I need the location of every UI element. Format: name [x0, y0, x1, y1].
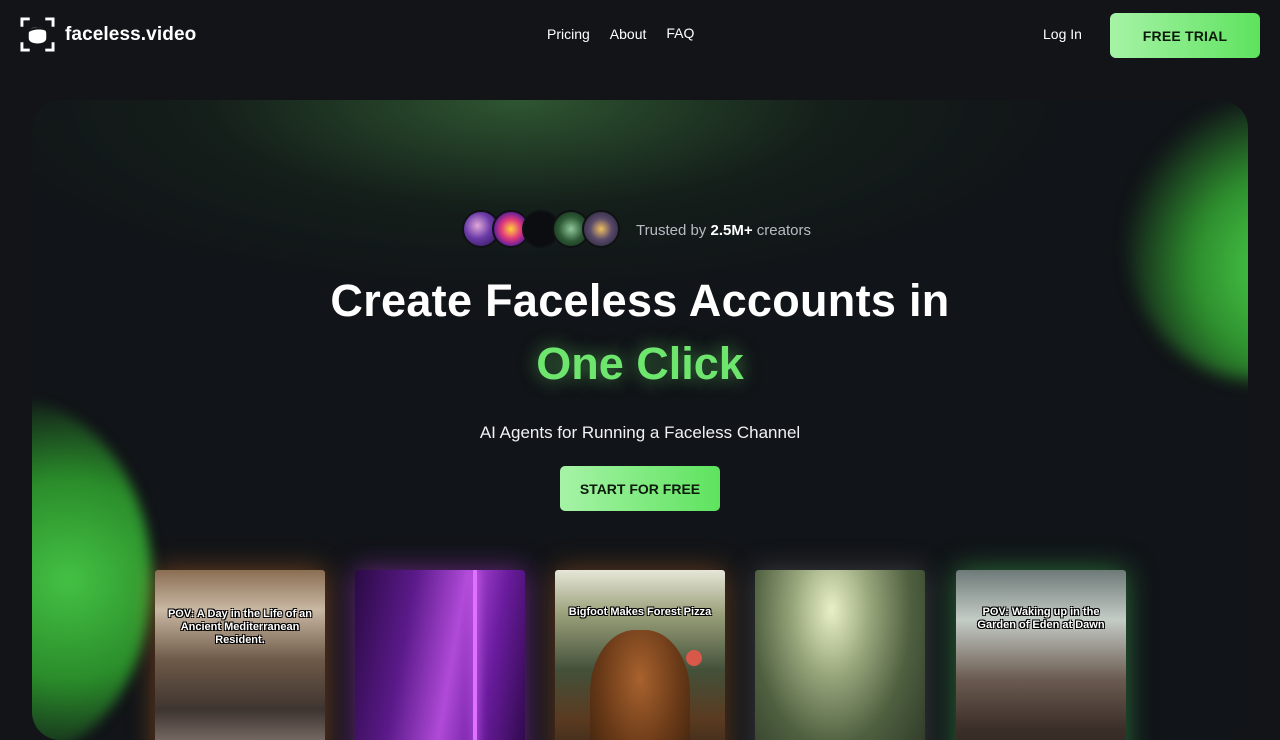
hero-subtitle: AI Agents for Running a Faceless Channel: [479, 423, 801, 442]
trusted-row: Trusted by 2.5M+ creators: [462, 210, 811, 250]
trusted-suffix: creators: [752, 221, 811, 239]
trusted-prefix: Trusted by: [636, 221, 711, 239]
hero-highlight: One Click: [536, 338, 744, 389]
video-caption: POV: A Day in the Life of an Ancient Med…: [167, 608, 313, 646]
video-card[interactable]: [755, 570, 925, 740]
video-card[interactable]: [355, 570, 525, 740]
face-frame-icon: [20, 17, 55, 52]
creator-avatars: [462, 210, 628, 250]
video-caption: POV: Waking up in the Garden of Eden at …: [977, 606, 1105, 631]
avatar: [582, 210, 620, 248]
nav-about[interactable]: About: [610, 26, 647, 42]
site-header: faceless.video Pricing About FAQ Log In …: [0, 0, 1280, 70]
logo-text: faceless.video: [65, 23, 197, 45]
video-caption: Bigfoot Makes Forest Pizza: [568, 606, 712, 618]
logo[interactable]: faceless.video: [20, 17, 196, 52]
main-nav: Pricing About FAQ: [547, 25, 694, 42]
hero-section: Trusted by 2.5M+ creators Create Faceles…: [32, 100, 1248, 740]
login-link[interactable]: Log In: [1043, 26, 1082, 42]
video-card[interactable]: POV: Waking up in the Garden of Eden at …: [956, 570, 1126, 740]
neon-beam: [473, 570, 477, 740]
hero-headline: Create Faceless Accounts in: [330, 275, 950, 326]
pizza-shape: [686, 650, 702, 666]
video-card[interactable]: Bigfoot Makes Forest Pizza: [555, 570, 725, 740]
start-for-free-button[interactable]: START FOR FREE: [560, 466, 720, 511]
video-examples: POV: A Day in the Life of an Ancient Med…: [155, 570, 1135, 740]
free-trial-button[interactable]: FREE TRIAL: [1110, 13, 1260, 58]
video-card[interactable]: POV: A Day in the Life of an Ancient Med…: [155, 570, 325, 740]
trusted-text: Trusted by 2.5M+ creators: [636, 222, 811, 239]
trusted-count: 2.5M+: [710, 221, 753, 239]
nav-faq[interactable]: FAQ: [666, 25, 694, 41]
nav-pricing[interactable]: Pricing: [547, 26, 590, 42]
bigfoot-figure: [590, 630, 690, 740]
